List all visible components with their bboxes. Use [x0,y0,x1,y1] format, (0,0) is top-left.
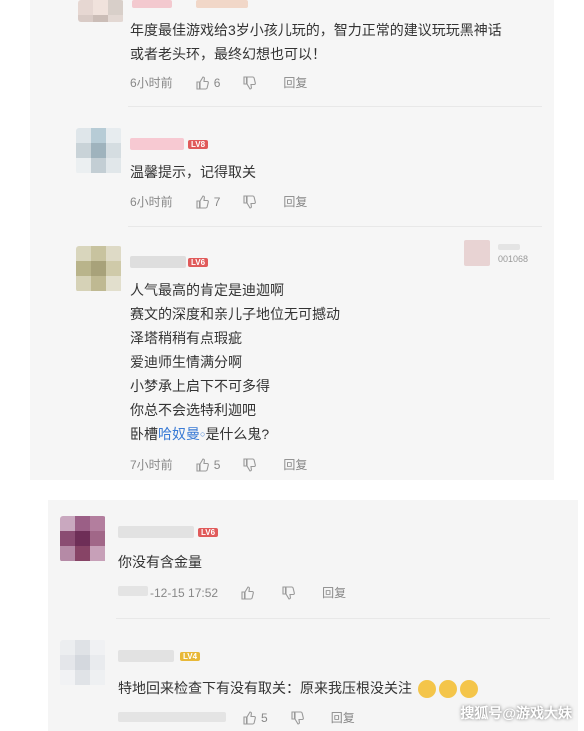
avatar[interactable] [78,0,124,22]
timestamp: 7小时前 [130,458,173,472]
username-blurred[interactable] [130,256,186,268]
avatar[interactable] [76,128,122,174]
divider [116,618,550,619]
like-count: 6 [213,75,221,90]
like-button[interactable]: 7 [195,194,221,209]
comment-text: 你没有含金量 [118,554,202,570]
timestamp-blurred [118,712,226,722]
watermark: 搜狐号@游戏大妹 [460,705,572,721]
comment-text: 赛文的深度和亲儿子地位无可撼动 [130,306,340,322]
comment-text: 温馨提示，记得取关 [130,164,256,180]
like-button[interactable]: 6 [195,75,221,90]
corner-avatar [464,240,490,266]
comment-text: 小梦承上启下不可多得 [130,378,270,394]
thumbs-up-icon [196,75,209,90]
comment-text-body: 特地回来检查下有没有取关：原来我压根没关注 [118,680,412,696]
thumbs-down-icon [282,585,295,600]
username-blurred[interactable] [118,526,194,538]
comment-text: 爱迪师生情满分啊 [130,354,242,370]
username-blurred [196,0,248,8]
like-button[interactable]: 5 [195,457,221,472]
dislike-button[interactable] [281,585,300,600]
level-badge: LV8 [188,140,209,149]
comment-text: 年度最佳游戏给3岁小孩儿玩的，智力正常的建议玩玩黑神话 [130,22,502,38]
comment-text: 或者老头环，最终幻想也可以！ [130,46,326,62]
emoji-icon [459,680,478,699]
level-badge: LV4 [180,652,201,661]
comment-text: 卧槽哈奴曼○是什么鬼? [130,422,269,446]
username-blurred[interactable] [132,0,172,8]
like-button[interactable]: 5 [242,711,268,725]
avatar[interactable] [60,640,106,686]
timestamp: 6小时前 [130,76,173,90]
timestamp: -12-15 17:52 [150,585,219,600]
emoji-icon [438,680,457,699]
level-badge: LV6 [198,528,219,537]
comment-text: 你总不会选特利迦吧 [130,402,256,418]
reply-button[interactable]: 回复 [283,193,307,210]
like-count: 5 [213,457,221,472]
comment-meta: -12-15 17:52 回复 [150,584,368,601]
like-button[interactable] [240,585,259,600]
comment-meta: 6小时前 6 回复 [130,74,329,91]
dislike-button[interactable] [242,75,261,90]
divider [128,106,542,107]
thumbs-down-icon [243,194,257,209]
reply-button[interactable]: 回复 [283,456,307,473]
search-link[interactable]: 哈奴曼 [158,426,200,442]
dislike-button[interactable] [290,710,309,725]
timestamp: 6小时前 [130,195,173,209]
thumbs-up-icon [196,194,209,209]
thumbs-up-icon [196,457,209,472]
thumbs-up-icon [243,710,256,725]
comment-meta: 7小时前 5 回复 [130,456,329,473]
comment-text: 人气最高的肯定是迪迦啊 [130,282,284,298]
like-count: 5 [261,710,268,725]
thumbs-up-icon [241,585,254,600]
emoji-icon [417,680,436,699]
level-badge: LV6 [188,258,209,267]
corner-name-blurred [498,244,520,250]
dislike-button[interactable] [242,194,261,209]
reply-button[interactable]: 回复 [331,709,355,726]
comment-meta: 5 回复 [242,709,377,726]
date-year-blurred [118,586,148,596]
reply-button[interactable]: 回复 [283,74,307,91]
thumbs-down-icon [243,75,257,90]
username-blurred[interactable] [130,138,184,150]
dislike-button[interactable] [242,457,261,472]
comment-text: 特地回来检查下有没有取关：原来我压根没关注 [118,676,478,700]
username-blurred[interactable] [118,650,174,662]
comment-text: 泽塔稍稍有点瑕疵 [130,330,242,346]
thumbs-down-icon [243,457,257,472]
reply-button[interactable]: 回复 [322,584,346,601]
comment-text-prefix: 卧槽 [130,426,158,442]
avatar[interactable] [76,246,122,292]
corner-id: 001068 [498,254,529,264]
thumbs-down-icon [291,710,304,725]
comment-meta: 6小时前 7 回复 [130,193,329,210]
like-count: 7 [213,194,221,209]
avatar[interactable] [60,516,106,562]
comment-text-suffix: 是什么鬼? [205,426,270,442]
divider [128,226,542,227]
